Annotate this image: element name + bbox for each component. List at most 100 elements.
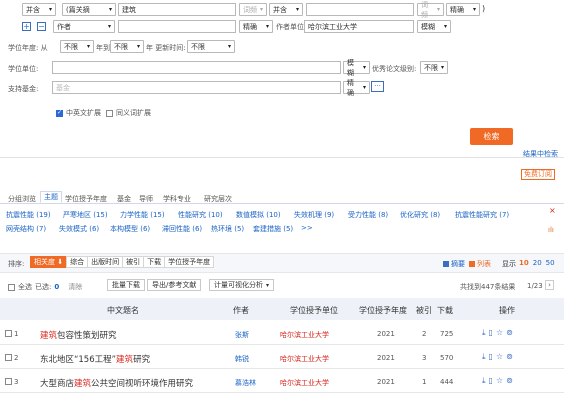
subscribe-button[interactable]: 免费订阅	[521, 169, 555, 180]
logic-select-1[interactable]: 并含 ▾	[22, 3, 56, 16]
topic-tag[interactable]: 抗震性能 (19)	[6, 210, 63, 220]
author-unit-input[interactable]: 哈尔滨工业大学	[304, 20, 414, 33]
topic-tag[interactable]: 失效机理 (9)	[294, 210, 348, 220]
sort-relevance[interactable]: 相关度 ⬇	[30, 256, 68, 268]
row-author[interactable]: 韩锐	[235, 354, 249, 364]
row-unit[interactable]: 哈尔滨工业大学	[280, 330, 329, 340]
fund-precision-select[interactable]: 精确 ▾	[343, 79, 370, 97]
row-author[interactable]: 慕浩林	[235, 378, 256, 388]
remove-row-icon[interactable]: −	[37, 22, 46, 31]
thesis-grade-select[interactable]: 不限 ▾	[420, 61, 448, 74]
col-year[interactable]: 学位授予年度	[359, 305, 407, 316]
col-cited[interactable]: 被引	[416, 305, 432, 316]
fuzzy-select-2[interactable]: 词频 ▾	[417, 1, 444, 19]
chevron-down-icon: ▾	[440, 64, 444, 71]
batch-download-button[interactable]: 批量下载	[107, 279, 145, 291]
row-checkbox[interactable]	[5, 354, 12, 361]
page-size-50[interactable]: 50	[546, 259, 555, 267]
select-all[interactable]: 全选 已选: 0 清除	[8, 282, 82, 292]
row-title[interactable]: 东北地区“156工程”建筑研究	[40, 353, 150, 365]
next-page-icon[interactable]: ›	[545, 280, 554, 290]
keyword-input-1[interactable]: 建筑	[118, 3, 236, 16]
row-unit[interactable]: 哈尔滨工业大学	[280, 354, 329, 364]
chart-icon[interactable]: ılı	[548, 226, 554, 234]
clear-link[interactable]: 清除	[68, 282, 82, 292]
sort-cited[interactable]: 被引	[122, 256, 145, 268]
row-title[interactable]: 大型商店建筑公共空间视听环境作用研究	[40, 377, 193, 389]
topic-tag[interactable]: 抗震性能研究 (7)	[455, 210, 509, 220]
degree-unit-input[interactable]	[52, 61, 341, 74]
col-download[interactable]: 下载	[437, 305, 453, 316]
read-icon[interactable]: ▯	[489, 352, 493, 362]
export-button[interactable]: 导出/参考文献	[147, 279, 202, 291]
row-unit[interactable]: 哈尔滨工业大学	[280, 378, 329, 388]
star-icon[interactable]: ☆	[496, 376, 503, 386]
row-author[interactable]: 张斯	[235, 330, 249, 340]
topic-tag[interactable]: 滞回性能 (6)	[162, 224, 211, 234]
sort-download[interactable]: 下载	[143, 256, 166, 268]
precision-select-1[interactable]: 精确 ▾	[446, 3, 480, 16]
topic-tag[interactable]: 力学性能 (15)	[120, 210, 178, 220]
year-to-select[interactable]: 不限 ▾	[110, 40, 144, 53]
precision-select-3[interactable]: 模糊 ▾	[417, 20, 451, 33]
row-checkbox[interactable]	[5, 330, 12, 337]
star-icon[interactable]: ☆	[496, 352, 503, 362]
more-topics-link[interactable]: >>	[301, 224, 313, 234]
topic-tag[interactable]: 网壳结构 (7)	[6, 224, 59, 234]
close-icon[interactable]: ×	[549, 206, 556, 215]
col-title[interactable]: 中文题名	[107, 305, 139, 316]
bilingual-checkbox[interactable]	[56, 109, 63, 117]
list-view-label[interactable]: 列表	[477, 259, 491, 269]
cite-icon[interactable]: ⊚	[506, 376, 513, 386]
download-icon[interactable]: ⤓	[482, 376, 486, 386]
fund-input[interactable]: 基金	[52, 81, 341, 94]
more-fund-button[interactable]: ···	[371, 81, 384, 92]
row-checkbox[interactable]	[5, 378, 12, 385]
topic-tag[interactable]: 失效模式 (6)	[59, 224, 110, 234]
topic-tag[interactable]: 套建措施 (5)	[253, 224, 301, 234]
cite-icon[interactable]: ⊚	[506, 352, 513, 362]
bilingual-option[interactable]: 中英文扩展	[56, 108, 101, 118]
download-icon[interactable]: ⤓	[482, 328, 486, 338]
precision-select-2[interactable]: 精确 ▾	[239, 20, 273, 33]
field-select-2[interactable]: 作者 ▾	[53, 20, 115, 33]
synonym-option[interactable]: 同义词扩展	[106, 108, 151, 118]
tab-topic[interactable]: 主题	[40, 191, 62, 203]
topic-tag[interactable]: 数值模拟 (10)	[236, 210, 294, 220]
sort-comprehensive[interactable]: 综合	[66, 256, 89, 268]
star-icon[interactable]: ☆	[496, 328, 503, 338]
field-select-1[interactable]: (篇关摘 ▾	[62, 3, 116, 16]
degree-unit-precision[interactable]: 模糊 ▾	[343, 59, 370, 77]
summary-view-label[interactable]: 摘要	[451, 259, 465, 269]
read-icon[interactable]: ▯	[489, 376, 493, 386]
topic-tag[interactable]: 热环境 (5)	[211, 224, 253, 234]
topic-tag[interactable]: 严寒地区 (15)	[63, 210, 120, 220]
year-from-select[interactable]: 不限 ▾	[60, 40, 94, 53]
read-icon[interactable]: ▯	[489, 328, 493, 338]
col-author[interactable]: 作者	[233, 305, 249, 316]
visual-analysis-button[interactable]: 计量可视化分析 ▾	[209, 279, 275, 291]
col-unit[interactable]: 学位授予单位	[290, 305, 338, 316]
search-button[interactable]: 检索	[470, 128, 513, 145]
select-all-checkbox[interactable]	[8, 283, 15, 291]
page-size-10[interactable]: 10	[519, 259, 529, 267]
topic-tag[interactable]: 受力性能 (8)	[348, 210, 400, 220]
list-view-icon[interactable]	[469, 261, 475, 267]
keyword-input-2[interactable]	[306, 3, 414, 16]
summary-view-icon[interactable]	[443, 261, 449, 267]
add-row-icon[interactable]: +	[22, 22, 31, 31]
sort-publish-time[interactable]: 出版时间	[87, 256, 124, 268]
cite-icon[interactable]: ⊚	[506, 328, 513, 338]
topic-tag[interactable]: 性能研究 (10)	[178, 210, 236, 220]
sort-degree-year[interactable]: 学位授予年度	[164, 256, 215, 268]
logic-select-2[interactable]: 并含 ▾	[269, 3, 303, 16]
page-size-20[interactable]: 20	[533, 259, 542, 267]
author-input[interactable]	[118, 20, 236, 33]
fuzzy-select-1[interactable]: 词频 ▾	[239, 3, 267, 16]
download-icon[interactable]: ⤓	[482, 352, 486, 362]
row-title[interactable]: 建筑包容性策划研究	[40, 329, 117, 341]
update-time-select[interactable]: 不限 ▾	[187, 40, 235, 53]
topic-tag[interactable]: 优化研究 (8)	[400, 210, 455, 220]
topic-tag[interactable]: 本构模型 (6)	[110, 224, 162, 234]
synonym-checkbox[interactable]	[106, 109, 113, 117]
